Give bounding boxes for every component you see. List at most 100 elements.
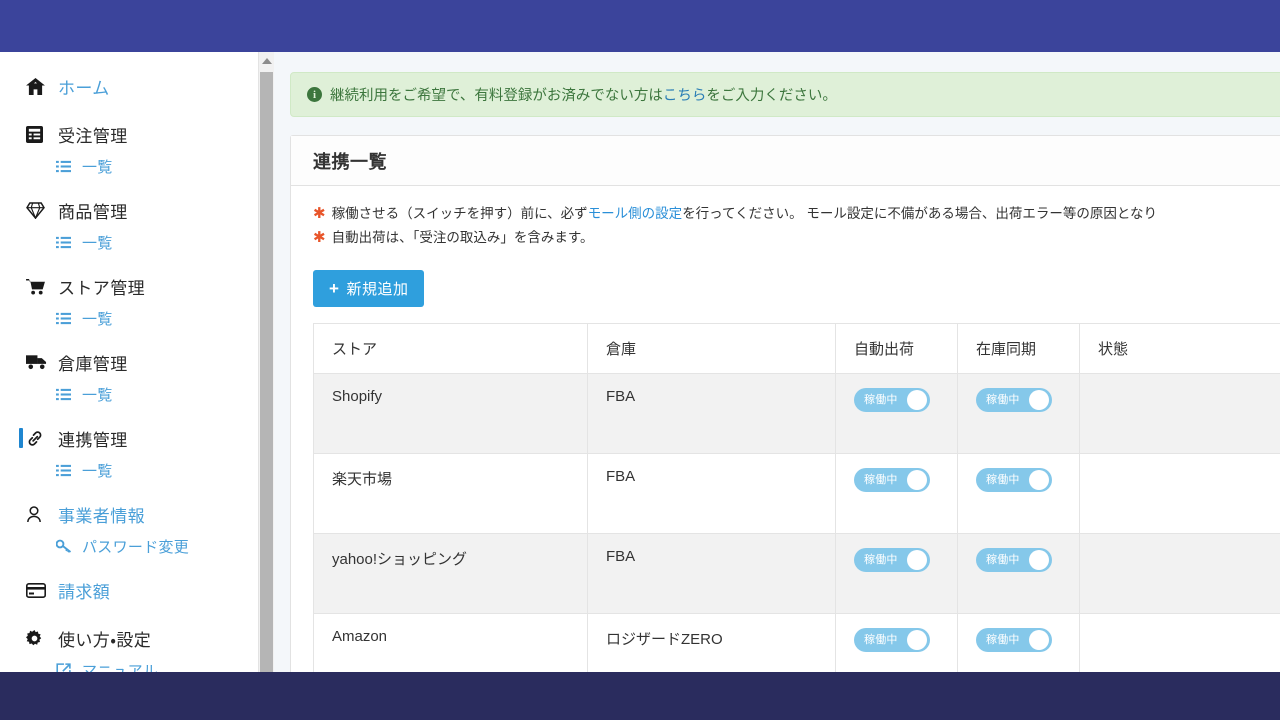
sidebar-item-1[interactable]: 受注管理: [0, 116, 258, 152]
cell-auto-ship: 稼働中: [835, 373, 958, 454]
cell-stock-sync: 稼働中: [957, 533, 1080, 614]
table-body: Shopify FBA 稼働中 稼働中 楽天市場 FBA 稼働中 稼働中 yahoo!ショッピン…: [313, 373, 1280, 672]
sidebar-item-2[interactable]: 商品管理: [0, 192, 258, 228]
sidebar-subitem-6-0[interactable]: パスワード変更: [0, 532, 258, 560]
auto-ship-toggle[interactable]: 稼働中: [854, 548, 930, 572]
sidebar-subitem-4-0[interactable]: 一覧: [0, 380, 258, 408]
truck-icon: [26, 354, 50, 370]
card-header: 連携一覧: [291, 136, 1280, 186]
toggle-knob: [907, 390, 927, 410]
cell-stock-sync: 稼働中: [957, 613, 1080, 672]
clipboard-list-icon: [26, 125, 50, 143]
alert-here-link[interactable]: こちら: [663, 84, 707, 105]
toggle-label: 稼働中: [986, 394, 1020, 406]
integration-list-card: 連携一覧 ✱ 稼働させる（スイッチを押す）前に、必ず モール側の設定 を行ってく…: [290, 135, 1280, 672]
toggle-label: 稼働中: [864, 474, 898, 486]
cell-status: [1079, 373, 1280, 454]
toggle-label: 稼働中: [986, 474, 1020, 486]
gear-icon: [26, 629, 50, 647]
scroll-up-arrow-icon[interactable]: [259, 52, 274, 69]
add-new-button[interactable]: + 新規追加: [313, 270, 425, 307]
sidebar-group-8: 使い方・設定マニュアルご利用料金: [0, 620, 258, 672]
info-circle-icon: i: [307, 87, 322, 102]
sidebar-item-label: 請求額: [58, 582, 111, 602]
stock-sync-toggle[interactable]: 稼働中: [976, 628, 1052, 652]
asterisk-icon: ✱: [313, 229, 326, 246]
key-icon: [56, 539, 76, 553]
table-header-row: ストア 倉庫 自動出荷 在庫同期 状態: [313, 323, 1280, 374]
home-icon: [26, 77, 50, 95]
user-icon: [26, 505, 50, 523]
sidebar-item-label: ホーム: [58, 78, 110, 98]
toggle-knob: [907, 630, 927, 650]
cell-auto-ship: 稼働中: [835, 613, 958, 672]
list-icon: [56, 388, 76, 401]
stock-sync-toggle[interactable]: 稼働中: [976, 388, 1052, 412]
mall-settings-link[interactable]: モール側の設定: [588, 202, 683, 226]
sidebar-group-7: 請求額: [0, 572, 258, 618]
sidebar-navigation: ホーム 受注管理 一覧 商品管理 一覧 ストア管理 一覧 倉庫管理 一覧 連携管理 一覧 事業者情報パ…: [0, 52, 258, 672]
sidebar-subitem-8-0[interactable]: マニュアル: [0, 656, 258, 672]
sidebar-subitem-1-0[interactable]: 一覧: [0, 152, 258, 180]
alert-text-after: をご入力ください。: [706, 88, 837, 104]
sidebar-item-0[interactable]: ホーム: [0, 68, 258, 104]
credit-card-icon: [26, 582, 50, 598]
card-body: ✱ 稼働させる（スイッチを押す）前に、必ず モール側の設定 を行ってください。 …: [291, 186, 1280, 672]
stock-sync-toggle[interactable]: 稼働中: [976, 548, 1052, 572]
gem-icon: [26, 201, 50, 219]
page-scrollbar[interactable]: [258, 52, 274, 672]
notice-1-before: 稼働させる（スイッチを押す）前に、必ず: [331, 206, 588, 221]
table-row: Shopify FBA 稼働中 稼働中: [313, 373, 1280, 454]
sidebar-item-label: 受注管理: [58, 126, 128, 146]
sidebar-subitem-label: マニュアル: [82, 662, 159, 673]
cell-warehouse: ロジザードZERO: [587, 613, 836, 672]
cell-status: [1079, 533, 1280, 614]
sidebar-item-3[interactable]: ストア管理: [0, 268, 258, 304]
sidebar-subitem-label: 一覧: [82, 158, 113, 176]
notice-1-after: を行ってください。 モール設定に不備がある場合、出荷エラー等の原因となり: [682, 206, 1157, 221]
list-icon: [56, 464, 76, 477]
column-header-warehouse: 倉庫: [587, 323, 836, 374]
sidebar-item-4[interactable]: 倉庫管理: [0, 344, 258, 380]
sidebar-item-8[interactable]: 使い方・設定: [0, 620, 258, 656]
sidebar-item-5[interactable]: 連携管理: [0, 420, 258, 456]
sidebar-item-label: 倉庫管理: [58, 354, 128, 374]
table-row: yahoo!ショッピング FBA 稼働中 稼働中: [313, 533, 1280, 614]
integration-table: ストア 倉庫 自動出荷 在庫同期 状態 Shopify FBA 稼働中 稼働中 楽天市場…: [313, 323, 1280, 672]
sidebar-group-5: 連携管理 一覧: [0, 420, 258, 494]
toggle-knob: [1029, 470, 1049, 490]
sidebar-item-label: 商品管理: [58, 202, 128, 222]
sidebar-item-6[interactable]: 事業者情報: [0, 496, 258, 532]
column-header-status: 状態: [1079, 323, 1280, 374]
cell-store: yahoo!ショッピング: [313, 533, 588, 614]
sidebar-item-7[interactable]: 請求額: [0, 572, 258, 608]
list-icon: [56, 160, 76, 173]
external-link-icon: [56, 662, 76, 672]
sidebar-subitem-3-0[interactable]: 一覧: [0, 304, 258, 332]
plus-icon: +: [329, 279, 340, 298]
sidebar-item-label: 使い方・設定: [58, 630, 152, 650]
auto-ship-toggle[interactable]: 稼働中: [854, 388, 930, 412]
table-row: Amazon ロジザードZERO 稼働中 稼働中: [313, 613, 1280, 672]
sidebar-subitem-2-0[interactable]: 一覧: [0, 228, 258, 256]
column-header-auto-ship: 自動出荷: [835, 323, 958, 374]
list-icon: [56, 236, 76, 249]
alert-text-before: 継続利用をご希望で、有料登録がお済みでない方は: [330, 88, 663, 104]
sidebar-subitem-5-0[interactable]: 一覧: [0, 456, 258, 484]
scrollbar-thumb[interactable]: [260, 72, 273, 672]
add-new-button-label: 新規追加: [346, 281, 409, 298]
auto-ship-toggle[interactable]: 稼働中: [854, 468, 930, 492]
cell-auto-ship: 稼働中: [835, 453, 958, 534]
sidebar-subitem-label: 一覧: [82, 234, 113, 252]
auto-ship-toggle[interactable]: 稼働中: [854, 628, 930, 652]
sidebar-group-4: 倉庫管理一覧: [0, 344, 258, 418]
cell-stock-sync: 稼働中: [957, 453, 1080, 534]
stock-sync-toggle[interactable]: 稼働中: [976, 468, 1052, 492]
